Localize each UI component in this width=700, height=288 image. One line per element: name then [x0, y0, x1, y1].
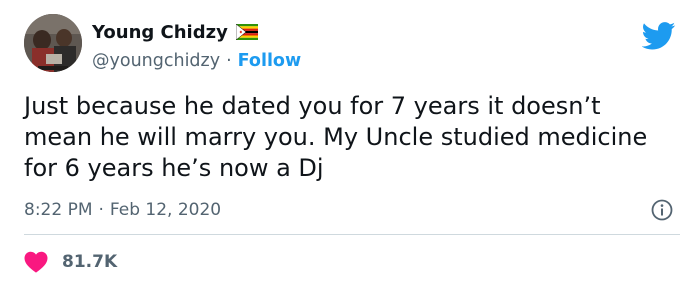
- like-count: 81.7K: [62, 252, 118, 272]
- avatar[interactable]: [24, 14, 82, 72]
- follow-button[interactable]: Follow: [238, 51, 301, 71]
- name-row: Young Chidzy: [92, 20, 301, 44]
- author-name[interactable]: Young Chidzy: [92, 22, 228, 43]
- tweet-date[interactable]: Feb 12, 2020: [110, 200, 221, 220]
- tweet-meta: 8:22 PM · Feb 12, 2020: [24, 199, 221, 221]
- author-handle[interactable]: @youngchidzy: [92, 51, 220, 71]
- tweet-card: Young Chidzy @youngchidzy · Follow Just …: [0, 0, 700, 288]
- avatar-image: [24, 14, 82, 72]
- tweet-text: Just because he dated you for 7 years it…: [24, 92, 648, 182]
- author-block: Young Chidzy @youngchidzy · Follow: [92, 20, 301, 73]
- meta-separator: ·: [98, 200, 104, 220]
- tweet-time[interactable]: 8:22 PM: [24, 200, 93, 220]
- zimbabwe-flag-icon: [235, 24, 258, 40]
- divider: [24, 234, 680, 235]
- separator-dot: ·: [226, 51, 232, 71]
- twitter-bird-icon[interactable]: [642, 22, 676, 50]
- handle-row: @youngchidzy · Follow: [92, 49, 301, 73]
- info-icon[interactable]: [650, 198, 674, 222]
- heart-icon: [24, 251, 48, 273]
- like-button[interactable]: 81.7K: [24, 249, 117, 275]
